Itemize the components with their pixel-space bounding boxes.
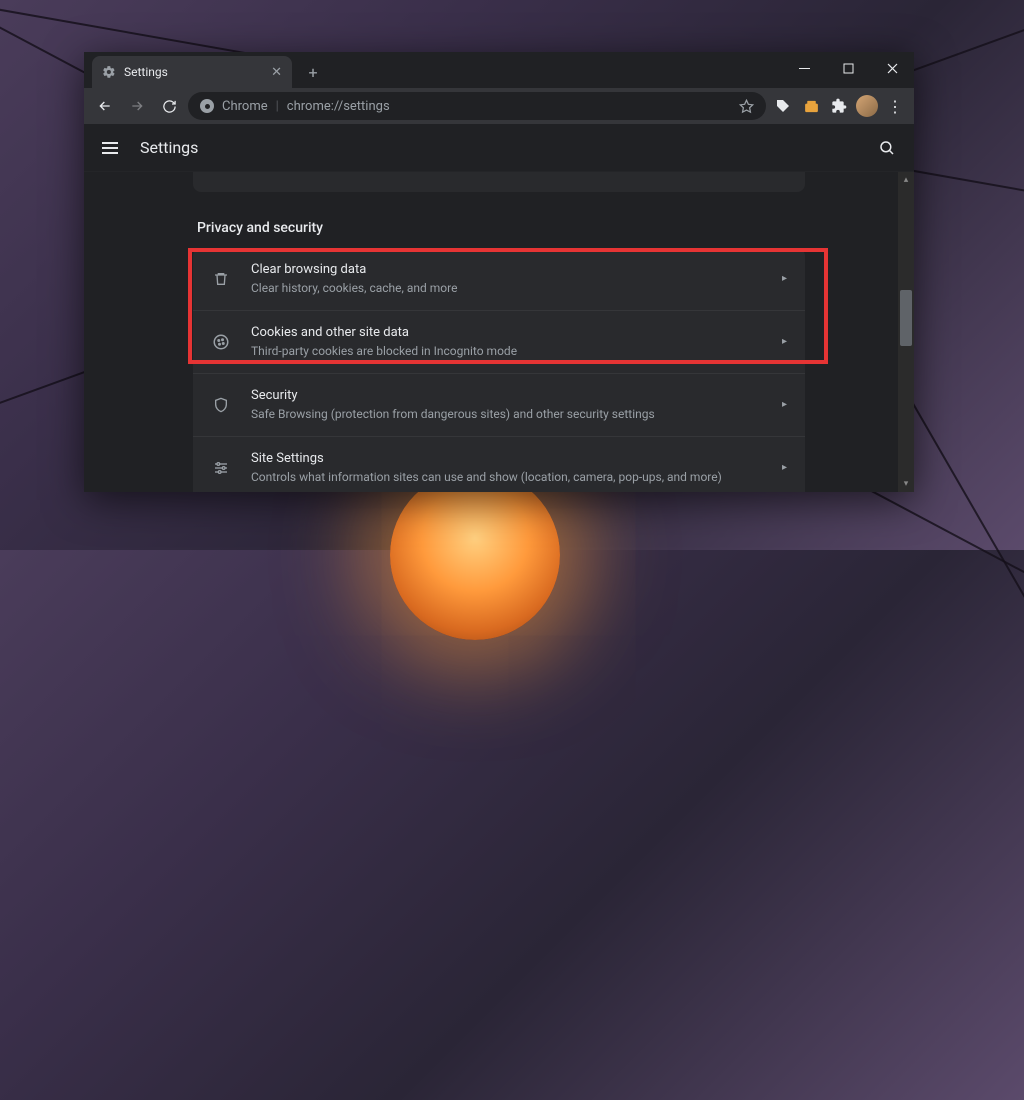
tab-strip: Settings ✕ + <box>84 52 914 88</box>
scroll-down-arrow[interactable]: ▾ <box>898 476 914 492</box>
privacy-security-card: Clear browsing data Clear history, cooki… <box>193 248 805 492</box>
chevron-right-icon: ▸ <box>782 336 787 347</box>
cookie-icon <box>211 332 231 352</box>
sliders-icon <box>211 458 231 478</box>
shield-icon <box>211 395 231 415</box>
maximize-button[interactable] <box>826 52 870 84</box>
bookmark-star-icon[interactable] <box>739 99 754 114</box>
reload-button[interactable] <box>156 93 182 119</box>
scroll-up-arrow[interactable]: ▴ <box>898 172 914 188</box>
new-tab-button[interactable]: + <box>300 59 326 85</box>
back-button[interactable] <box>92 93 118 119</box>
window-controls <box>782 52 914 84</box>
settings-title: Settings <box>140 138 198 157</box>
row-title: Clear browsing data <box>251 261 774 279</box>
extension-box-icon[interactable] <box>800 95 822 117</box>
extensions-puzzle-icon[interactable] <box>828 95 850 117</box>
row-subtitle: Controls what information sites can use … <box>251 469 774 486</box>
search-icon[interactable] <box>878 139 896 157</box>
row-subtitle: Clear history, cookies, cache, and more <box>251 280 774 297</box>
section-title: Privacy and security <box>197 220 805 236</box>
scrollbar[interactable]: ▴ ▾ <box>898 172 914 492</box>
row-security[interactable]: Security Safe Browsing (protection from … <box>193 374 805 437</box>
row-title: Security <box>251 387 774 405</box>
bg-lightbulb <box>390 470 560 640</box>
profile-avatar[interactable] <box>856 95 878 117</box>
browser-toolbar: Chrome | chrome://settings ⋮ <box>84 88 914 124</box>
chevron-right-icon: ▸ <box>782 273 787 284</box>
settings-content: Privacy and security Clear browsing data… <box>84 172 914 492</box>
forward-button[interactable] <box>124 93 150 119</box>
row-title: Cookies and other site data <box>251 324 774 342</box>
row-site-settings[interactable]: Site Settings Controls what information … <box>193 437 805 492</box>
chrome-menu-button[interactable]: ⋮ <box>884 97 906 116</box>
minimize-button[interactable] <box>782 52 826 84</box>
gear-icon <box>102 65 116 79</box>
settings-pane: Privacy and security Clear browsing data… <box>193 172 805 492</box>
trash-icon <box>211 269 231 289</box>
chrome-icon <box>200 99 214 113</box>
close-window-button[interactable] <box>870 52 914 84</box>
row-clear-browsing-data[interactable]: Clear browsing data Clear history, cooki… <box>193 248 805 311</box>
address-url: chrome://settings <box>287 99 390 114</box>
chevron-right-icon: ▸ <box>782 399 787 410</box>
chevron-right-icon: ▸ <box>782 462 787 473</box>
address-bar[interactable]: Chrome | chrome://settings <box>188 92 766 120</box>
row-title: Site Settings <box>251 450 774 468</box>
partial-card-above <box>193 172 805 192</box>
browser-tab-settings[interactable]: Settings ✕ <box>92 56 292 88</box>
settings-header: Settings <box>84 124 914 172</box>
hamburger-menu-icon[interactable] <box>102 142 118 154</box>
tab-title: Settings <box>124 65 168 79</box>
chrome-window: Settings ✕ + Chrome | chrome://settings … <box>84 52 914 492</box>
row-cookies[interactable]: Cookies and other site data Third-party … <box>193 311 805 374</box>
row-subtitle: Third-party cookies are blocked in Incog… <box>251 343 774 360</box>
close-tab-icon[interactable]: ✕ <box>271 65 282 80</box>
row-subtitle: Safe Browsing (protection from dangerous… <box>251 406 774 423</box>
scrollbar-thumb[interactable] <box>900 290 912 346</box>
extension-tag-icon[interactable] <box>772 95 794 117</box>
bg-wire <box>899 381 1024 1100</box>
address-prefix: Chrome <box>222 99 268 114</box>
